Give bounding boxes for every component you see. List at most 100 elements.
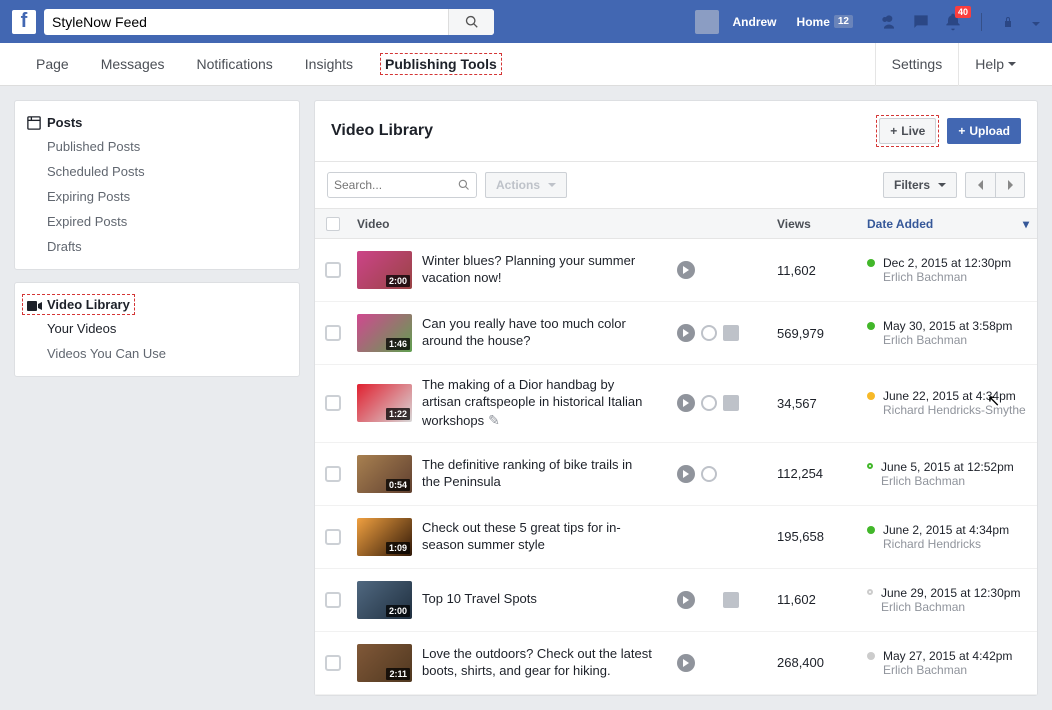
row-views: 34,567: [777, 396, 857, 411]
row-checkbox[interactable]: [325, 325, 341, 341]
table-row[interactable]: 2:11 Love the outdoors? Check out the lat…: [315, 632, 1037, 695]
search-icon: [458, 179, 470, 191]
status-dot: [867, 392, 875, 400]
search-input[interactable]: [44, 14, 448, 30]
notifications-icon[interactable]: 40: [943, 12, 963, 32]
friend-requests-icon[interactable]: [879, 12, 899, 32]
row-date: June 22, 2015 at 4:34pm: [883, 389, 1026, 403]
video-thumbnail[interactable]: 0:54: [357, 455, 412, 493]
topbar: f Andrew Home 12 40: [0, 0, 1052, 43]
row-date: June 5, 2015 at 12:52pm: [881, 460, 1014, 474]
select-all-checkbox[interactable]: [326, 217, 340, 231]
privacy-icon[interactable]: [1000, 14, 1016, 30]
row-checkbox[interactable]: [325, 466, 341, 482]
tab-help[interactable]: Help: [958, 43, 1032, 86]
row-author: Erlich Bachman: [883, 333, 1012, 347]
tab-settings[interactable]: Settings: [875, 43, 959, 86]
row-checkbox[interactable]: [325, 395, 341, 411]
table-row[interactable]: 1:46 Can you really have too much color a…: [315, 302, 1037, 365]
live-button[interactable]: + Live: [879, 118, 936, 144]
table-row[interactable]: 1:22 The making of a Dior handbag by arti…: [315, 365, 1037, 443]
tab-publishing-tools[interactable]: Publishing Tools: [369, 43, 513, 86]
status-dot: [867, 652, 875, 660]
row-checkbox[interactable]: [325, 262, 341, 278]
sidebar-item-your-videos[interactable]: Your Videos: [15, 316, 299, 341]
row-author: Erlich Bachman: [881, 600, 1020, 614]
row-views: 112,254: [777, 466, 857, 481]
sidebar-item-drafts[interactable]: Drafts: [15, 234, 299, 259]
table-row[interactable]: 2:00Top 10 Travel Spots11,602June 29, 20…: [315, 569, 1037, 632]
actions-button[interactable]: Actions: [485, 172, 567, 198]
user-name[interactable]: Andrew: [727, 15, 783, 29]
video-title[interactable]: Top 10 Travel Spots: [422, 591, 537, 608]
col-video[interactable]: Video: [351, 217, 677, 231]
table-row[interactable]: 0:54 The definitive ranking of bike trail…: [315, 443, 1037, 506]
messages-icon[interactable]: [911, 12, 931, 32]
video-title[interactable]: Winter blues? Planning your summer vacat…: [422, 253, 652, 287]
table-row[interactable]: 1:09 Check out these 5 great tips for in-…: [315, 506, 1037, 569]
pager-prev[interactable]: [965, 172, 995, 198]
tab-messages[interactable]: Messages: [85, 43, 181, 86]
status-dot: [867, 526, 875, 534]
home-link[interactable]: Home 12: [791, 15, 859, 29]
sidebar-item-expired-posts[interactable]: Expired Posts: [15, 209, 299, 234]
video-duration: 2:00: [386, 275, 410, 287]
note-icon: [723, 395, 739, 411]
video-duration: 1:22: [386, 408, 410, 420]
video-duration: 2:00: [386, 605, 410, 617]
video-title[interactable]: Check out these 5 great tips for in-seas…: [422, 520, 652, 554]
col-views[interactable]: Views: [777, 217, 857, 231]
video-title[interactable]: The definitive ranking of bike trails in…: [422, 457, 652, 491]
video-thumbnail[interactable]: 1:46: [357, 314, 412, 352]
video-duration: 0:54: [386, 479, 410, 491]
video-thumbnail[interactable]: 1:22: [357, 384, 412, 422]
note-icon: [723, 325, 739, 341]
tab-notifications[interactable]: Notifications: [181, 43, 289, 86]
video-thumbnail[interactable]: 2:00: [357, 581, 412, 619]
play-icon: [677, 394, 695, 412]
sidebar-item-published-posts[interactable]: Published Posts: [15, 134, 299, 159]
avatar[interactable]: [695, 10, 719, 34]
menu-caret-icon[interactable]: [1028, 14, 1040, 29]
row-checkbox[interactable]: [325, 592, 341, 608]
sidebar-item-videos-you-can-use[interactable]: Videos You Can Use: [15, 341, 299, 366]
video-library-icon: [27, 300, 43, 312]
video-search[interactable]: [327, 172, 477, 198]
sidebar-posts-header[interactable]: Posts: [15, 111, 299, 134]
play-icon: [677, 261, 695, 279]
video-title[interactable]: The making of a Dior handbag by artisan …: [422, 377, 652, 430]
sidebar-video-library-header[interactable]: Video Library: [15, 293, 299, 316]
note-icon: [723, 592, 739, 608]
table-row[interactable]: 2:00 Winter blues? Planning your summer v…: [315, 239, 1037, 302]
status-dot: [867, 259, 875, 267]
edit-icon[interactable]: ✎: [488, 412, 500, 428]
video-thumbnail[interactable]: 1:09: [357, 518, 412, 556]
sidebar-videos-card: Video Library Your VideosVideos You Can …: [14, 282, 300, 377]
upload-button[interactable]: + Upload: [947, 118, 1021, 144]
tab-insights[interactable]: Insights: [289, 43, 369, 86]
tabs-bar: PageMessagesNotificationsInsightsPublish…: [0, 43, 1052, 86]
sidebar-item-expiring-posts[interactable]: Expiring Posts: [15, 184, 299, 209]
col-date[interactable]: Date Added▾: [857, 217, 1037, 231]
video-title[interactable]: Love the outdoors? Check out the latest …: [422, 646, 652, 680]
distribution-icon: [701, 395, 717, 411]
distribution-icon: [701, 325, 717, 341]
row-views: 268,400: [777, 655, 857, 670]
fb-logo[interactable]: f: [12, 10, 36, 34]
video-thumbnail[interactable]: 2:00: [357, 251, 412, 289]
filters-button[interactable]: Filters: [883, 172, 957, 198]
video-title[interactable]: Can you really have too much color aroun…: [422, 316, 652, 350]
search-button[interactable]: [448, 9, 494, 35]
search-box[interactable]: [44, 9, 494, 35]
row-checkbox[interactable]: [325, 529, 341, 545]
row-checkbox[interactable]: [325, 655, 341, 671]
home-badge: 12: [834, 15, 853, 28]
sidebar-item-scheduled-posts[interactable]: Scheduled Posts: [15, 159, 299, 184]
video-thumbnail[interactable]: 2:11: [357, 644, 412, 682]
pager-next[interactable]: [995, 172, 1025, 198]
row-status-icons: [677, 654, 777, 672]
row-views: 11,602: [777, 263, 857, 278]
tab-page[interactable]: Page: [20, 43, 85, 86]
row-author: Erlich Bachman: [881, 474, 1014, 488]
video-search-input[interactable]: [334, 178, 458, 192]
